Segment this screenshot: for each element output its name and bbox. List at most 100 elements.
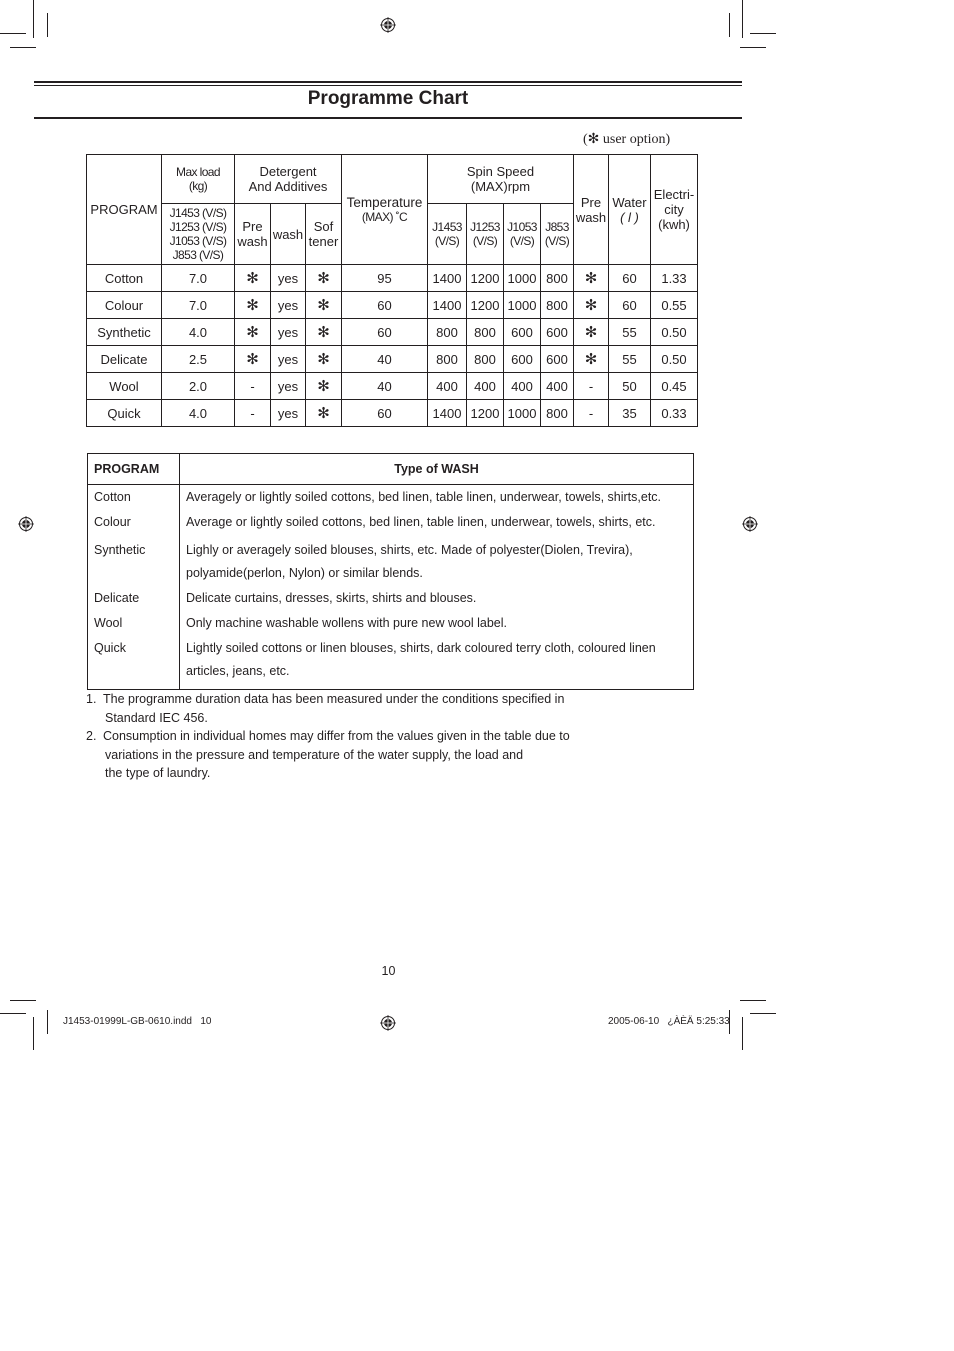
header-temperature-unit: (MAX) ˚C bbox=[361, 210, 408, 224]
spin-model-variant: (V/S) bbox=[544, 234, 570, 248]
programme-row: Quick 4.0- yes ✻ 60 1400 1200 1000 800-35 0.33 bbox=[86, 399, 698, 427]
spin-speed-cell: 800 bbox=[427, 345, 467, 373]
header-detergent-line1: Detergent bbox=[259, 164, 317, 179]
electricity-cell: 0.50 bbox=[650, 345, 698, 373]
spin-speed-cell: 600 bbox=[503, 318, 541, 346]
wash-program-label: Wool bbox=[94, 616, 123, 630]
wash-description-line: Lighly or averagely soiled blouses, shir… bbox=[186, 543, 633, 557]
header-models: J1453 (V/S) J1253 (V/S) J1053 (V/S) J853… bbox=[161, 203, 235, 265]
notes: 1. The programme duration data has been m… bbox=[86, 690, 570, 783]
spin-speed-cell: 1000 bbox=[503, 264, 541, 292]
softener-cell: ✻ bbox=[305, 399, 342, 427]
wash-program-cell: Quick bbox=[87, 636, 180, 690]
program-cell: Cotton bbox=[86, 264, 162, 292]
wash-description-cell: Delicate curtains, dresses, skirts, shir… bbox=[179, 586, 694, 611]
header-electricity: Electri- city (kwh) bbox=[650, 154, 698, 265]
spin-model-name: J1253 bbox=[470, 220, 500, 234]
wash-description-cell: Average or lightly soiled cottons, bed l… bbox=[179, 510, 694, 535]
programme-row: Wool 2.0- yes ✻ 40 400 400 400 400-50 0.45 bbox=[86, 372, 698, 400]
water-cell: 35 bbox=[608, 399, 651, 427]
header-max-load: Max load (kg) bbox=[161, 154, 235, 204]
programme-table: PROGRAM Max load (kg) Detergent And Addi… bbox=[86, 154, 698, 427]
header-spin-line2: (MAX)rpm bbox=[470, 179, 531, 194]
wash-program-cell: Delicate bbox=[87, 586, 180, 611]
header-program: PROGRAM bbox=[86, 154, 162, 265]
wash-description-line: articles, jeans, etc. bbox=[186, 664, 290, 678]
max-load-cell: 2.5 bbox=[161, 345, 235, 373]
model-label: J1253 (V/S) bbox=[169, 220, 227, 234]
water-cell: 60 bbox=[608, 264, 651, 292]
header-electricity-unit: (kwh) bbox=[658, 217, 690, 232]
spin-model-name: J1453 bbox=[432, 220, 462, 234]
crop-mark bbox=[47, 13, 48, 37]
header-detergent-prewash-line1: Pre bbox=[242, 219, 263, 234]
header-max-load-label: Max load bbox=[176, 165, 221, 179]
header-water: Water ( l ) bbox=[608, 154, 651, 265]
program-cell: Synthetic bbox=[86, 318, 162, 346]
wash-header-program: PROGRAM bbox=[87, 453, 180, 485]
crop-mark bbox=[729, 13, 730, 37]
header-spin-model: J1053 (V/S) bbox=[503, 203, 541, 265]
header-softener-line2: tener bbox=[308, 234, 339, 249]
header-electricity-line2: city bbox=[664, 202, 684, 217]
model-label: J1053 (V/S) bbox=[169, 234, 227, 248]
note-text: Consumption in individual homes may diff… bbox=[103, 729, 570, 743]
wash-program-label: Quick bbox=[94, 641, 126, 655]
wash-row: Delicate Delicate curtains, dresses, skir… bbox=[87, 586, 694, 611]
header-spin-model: J1453 (V/S) bbox=[427, 203, 467, 265]
temperature-cell: 60 bbox=[341, 291, 428, 319]
header-program-label: PROGRAM bbox=[90, 202, 158, 217]
softener-cell: ✻ bbox=[305, 372, 342, 400]
detergent-prewash-cell: ✻ bbox=[234, 264, 271, 292]
electricity-cell: 0.33 bbox=[650, 399, 698, 427]
electricity-cell: 0.45 bbox=[650, 372, 698, 400]
page-number: 10 bbox=[381, 964, 396, 978]
wash-description-cell: Averagely or lightly soiled cottons, bed… bbox=[179, 484, 694, 510]
spin-speed-cell: 400 bbox=[427, 372, 467, 400]
header-prewash-line1: Pre bbox=[580, 194, 602, 210]
crop-mark bbox=[750, 33, 776, 34]
programme-row: Delicate 2.5 ✻ yes ✻ 40 800 800 600 600 ✻ 55 0.50 bbox=[86, 345, 698, 373]
header-temperature-label: Temperature bbox=[346, 195, 423, 210]
crop-mark bbox=[10, 47, 36, 48]
model-label: J1453 (V/S) bbox=[169, 206, 227, 220]
detergent-wash-cell: yes bbox=[270, 291, 306, 319]
programme-row: Cotton 7.0 ✻ yes ✻ 95 1400 1200 1000 800 ✻ 60 1.33 bbox=[86, 264, 698, 292]
prewash-cell: - bbox=[573, 399, 609, 427]
spin-speed-cell: 800 bbox=[540, 399, 574, 427]
spin-speed-cell: 800 bbox=[466, 345, 504, 373]
wash-description-line: Averagely or lightly soiled cottons, bed… bbox=[186, 490, 662, 504]
program-cell: Quick bbox=[86, 399, 162, 427]
header-electricity-line1: Electri- bbox=[653, 187, 695, 202]
prewash-cell: ✻ bbox=[573, 318, 609, 346]
title-rule-top bbox=[34, 81, 742, 83]
file-slug: J1453-01999L-GB-0610.indd 10 bbox=[63, 1016, 212, 1027]
model-label: J853 (V/S) bbox=[172, 248, 224, 262]
temperature-cell: 60 bbox=[341, 399, 428, 427]
temperature-cell: 95 bbox=[341, 264, 428, 292]
detergent-wash-cell: yes bbox=[270, 399, 306, 427]
page-title: Programme Chart bbox=[307, 88, 469, 109]
crop-mark bbox=[0, 1013, 26, 1014]
spin-speed-cell: 1400 bbox=[427, 291, 467, 319]
water-cell: 55 bbox=[608, 318, 651, 346]
spin-speed-cell: 1000 bbox=[503, 399, 541, 427]
spin-speed-cell: 1400 bbox=[427, 264, 467, 292]
prewash-cell: ✻ bbox=[573, 291, 609, 319]
wash-description-cell: Only machine washable wollens with pure … bbox=[179, 611, 694, 636]
crop-mark bbox=[740, 47, 766, 48]
wash-program-cell: Colour bbox=[87, 510, 180, 535]
spin-speed-cell: 1000 bbox=[503, 291, 541, 319]
spin-speed-cell: 400 bbox=[466, 372, 504, 400]
detergent-wash-cell: yes bbox=[270, 264, 306, 292]
wash-description-line: polyamide(perlon, Nylon) or similar blen… bbox=[186, 566, 423, 580]
note-line: 1. The programme duration data has been m… bbox=[86, 690, 570, 709]
crop-mark bbox=[750, 1013, 776, 1014]
spin-speed-cell: 1400 bbox=[427, 399, 467, 427]
note-line: variations in the pressure and temperatu… bbox=[105, 747, 524, 762]
programme-table-body: Cotton 7.0 ✻ yes ✻ 95 1400 1200 1000 800 ✻ 60 1.33 Co… bbox=[86, 264, 698, 427]
max-load-cell: 2.0 bbox=[161, 372, 235, 400]
wash-program-label: Colour bbox=[94, 515, 131, 529]
header-softener-line1: Sof bbox=[313, 219, 334, 234]
wash-program-label: Delicate bbox=[94, 591, 140, 605]
